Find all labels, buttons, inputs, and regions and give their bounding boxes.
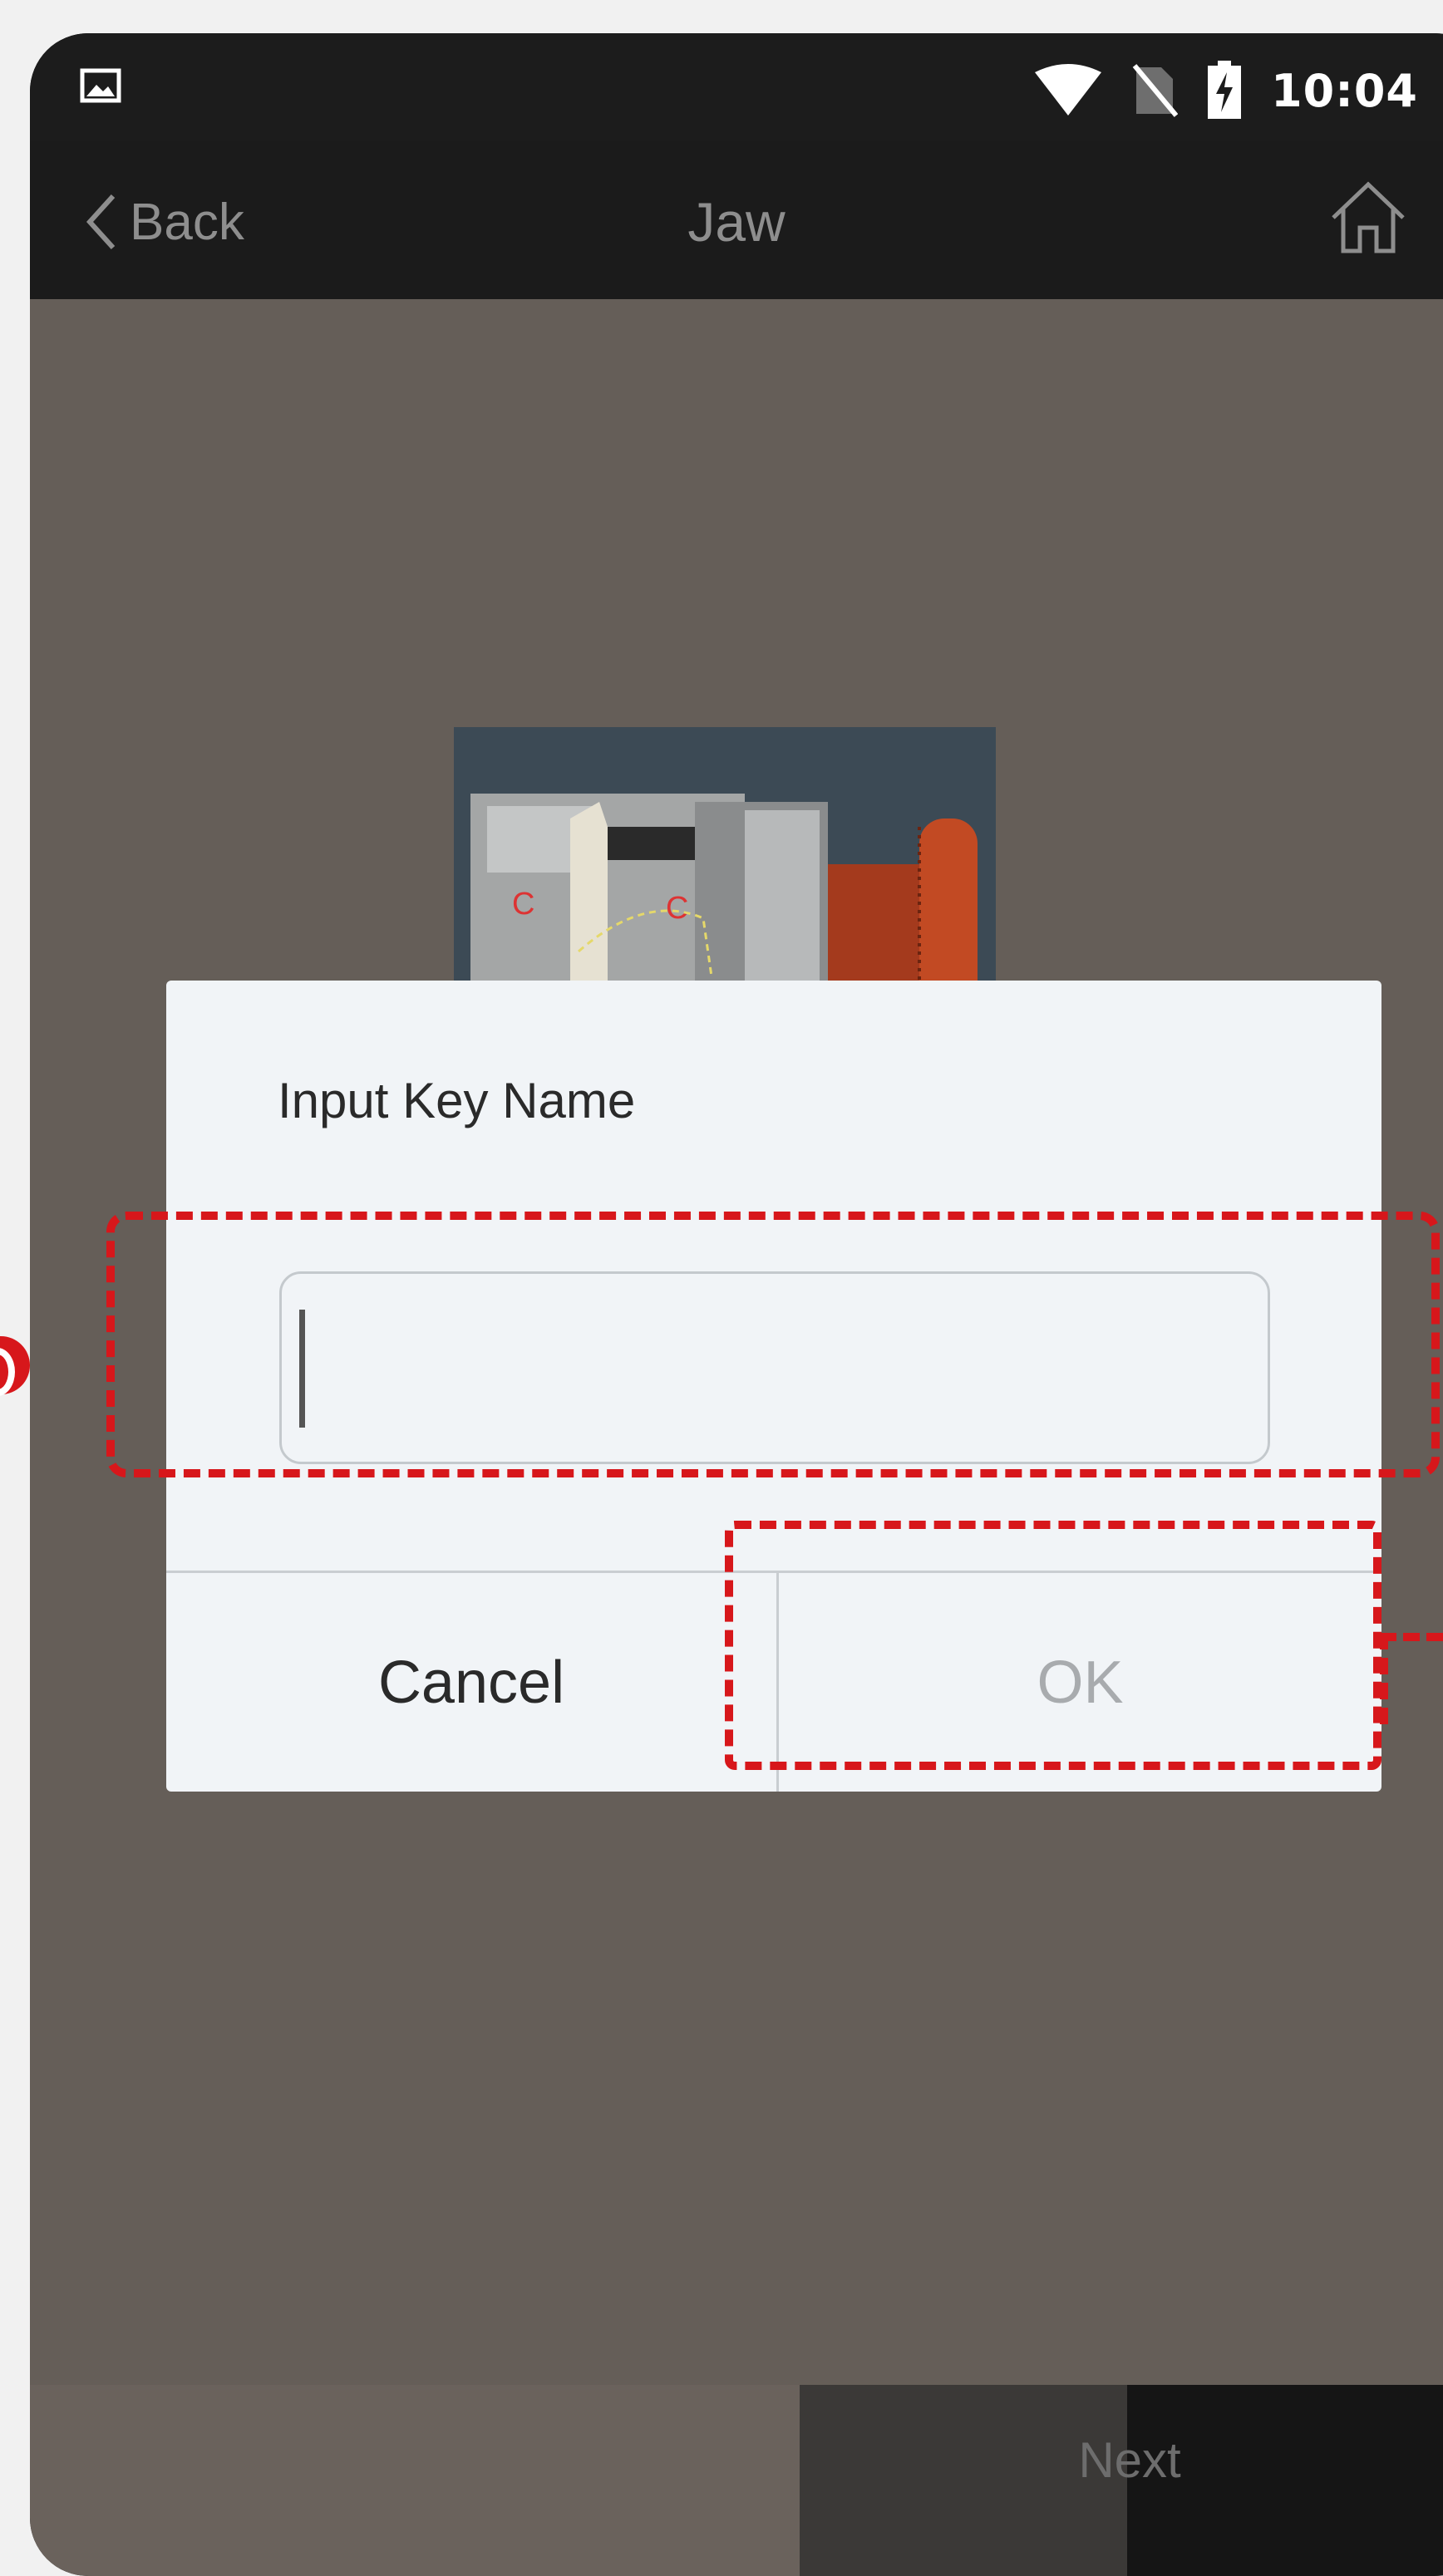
status-bar: 10:04 — [30, 33, 1443, 141]
no-sim-icon — [1132, 64, 1179, 117]
jaw-label-c2: C — [666, 891, 688, 926]
ok-callout-line — [1380, 1633, 1443, 1641]
battery-charging-icon — [1208, 61, 1242, 119]
dialog-title: Input Key Name — [278, 1073, 636, 1128]
input-highlight-box — [106, 1212, 1440, 1477]
status-time: 10:04 — [1271, 64, 1418, 117]
ok-highlight-box — [725, 1521, 1381, 1770]
jaw-label-c1: C — [512, 887, 534, 922]
image-icon — [80, 68, 121, 103]
page-title: Jaw — [687, 191, 786, 253]
step-marker-icon — [0, 1336, 30, 1396]
app-bar: Back Jaw — [30, 141, 1443, 299]
cancel-button[interactable]: Cancel — [166, 1573, 776, 1792]
status-icons: 10:04 — [1033, 53, 1418, 128]
next-button[interactable]: Next — [800, 2385, 1443, 2534]
home-icon[interactable] — [1327, 176, 1410, 259]
ok-callout-line-vertical — [1380, 1633, 1388, 1724]
bottom-bar: Next — [30, 2385, 1443, 2576]
wifi-icon — [1035, 64, 1102, 116]
